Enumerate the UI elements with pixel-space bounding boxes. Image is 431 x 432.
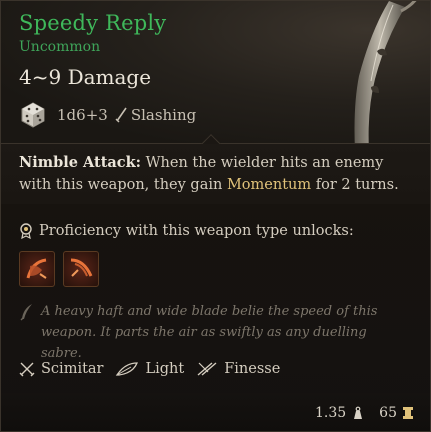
weight-icon [354, 406, 363, 419]
property-finesse[interactable]: Finesse [196, 361, 280, 377]
proficiency-row: Proficiency with this weapon type unlock… [19, 221, 354, 241]
property-scimitar[interactable]: Scimitar [19, 361, 103, 377]
slash-ability-icon [26, 258, 47, 279]
damage-dice: 1d6+3 [57, 106, 108, 124]
item-tooltip: Speedy Reply Uncommon 4~9 Damage 1d6+3 S… [0, 0, 431, 432]
item-name: Speedy Reply [19, 11, 167, 35]
passive-keyword: Nimble Attack: [19, 154, 142, 171]
passive-description: Nimble Attack: When the wielder hits an … [19, 152, 419, 196]
lacerate-ability-icon [70, 258, 93, 277]
finesse-icon [197, 362, 217, 376]
feather-icon [116, 362, 139, 376]
ability-slash-icon[interactable] [19, 251, 55, 287]
crossed-blades-icon [19, 362, 35, 377]
momentum-link[interactable]: Momentum [227, 177, 311, 193]
weight-value: 1.35 [315, 405, 347, 421]
weapon-art-icon [354, 1, 417, 151]
dice-icon [21, 102, 45, 128]
damage-type: Slashing [130, 106, 197, 124]
coin-stack-icon [403, 407, 413, 419]
gold-value: 65 [379, 405, 397, 421]
ability-slots [19, 251, 99, 287]
damage-dice-row: 1d6+3 Slashing [19, 101, 196, 129]
lore-row: A heavy haft and wide blade belie the sp… [19, 301, 419, 364]
property-label: Light [145, 361, 185, 377]
item-damage: 4~9 Damage [19, 65, 152, 89]
property-light[interactable]: Light [115, 361, 184, 377]
quill-icon [20, 304, 32, 321]
weapon-properties: Scimitar Light Finesse [19, 359, 292, 379]
proficiency-label: Proficiency with this weapon type unlock… [39, 223, 354, 239]
ability-lacerate-icon[interactable] [63, 251, 99, 287]
passive-text-end: for 2 turns. [311, 177, 399, 193]
item-rarity: Uncommon [19, 39, 101, 55]
property-label: Finesse [224, 361, 281, 377]
proficiency-icon [20, 223, 32, 239]
footer-stats: 1.35 65 [315, 403, 414, 423]
slashing-icon [115, 107, 127, 123]
lore-text: A heavy haft and wide blade belie the sp… [41, 304, 378, 361]
property-label: Scimitar [41, 361, 104, 377]
